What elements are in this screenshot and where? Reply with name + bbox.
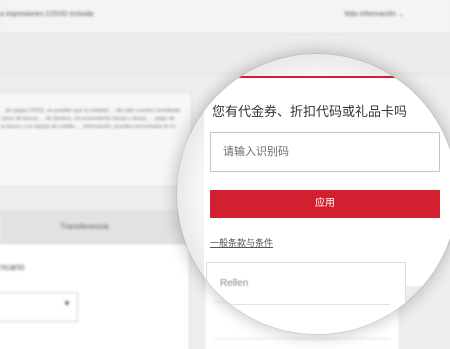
- magnifier-lens: 您有代金券、折扣代码或礼品卡吗 应用 一般条款与条件 Rellen ida: [177, 54, 450, 334]
- header-band: [0, 34, 450, 74]
- top-notice: a impresiones COVID incluida: [0, 11, 94, 18]
- summary-row-label: ida: [220, 320, 231, 329]
- voucher-code-input[interactable]: [211, 133, 439, 171]
- chevron-down-icon[interactable]: ⌄: [398, 10, 404, 18]
- payment-info-text: ...de pagos PSD2, es posible que tu enti…: [1, 108, 181, 130]
- summary-card: [206, 262, 406, 334]
- divider: [214, 338, 390, 339]
- voucher-code-field[interactable]: [210, 132, 440, 172]
- bank-field-label: ncario: [0, 262, 25, 272]
- payment-info-box: ...de pagos PSD2, es posible que tu enti…: [0, 92, 192, 187]
- chevron-down-icon[interactable]: ▼: [63, 299, 71, 308]
- summary-heading: Rellen: [220, 278, 249, 289]
- more-info-link[interactable]: Más información: [345, 11, 396, 18]
- terms-link[interactable]: 一般条款与条件: [210, 236, 273, 249]
- apply-button[interactable]: 应用: [210, 190, 440, 218]
- tab-transfer[interactable]: Transferencia: [60, 222, 109, 231]
- voucher-title: 您有代金券、折扣代码或礼品卡吗: [212, 104, 408, 119]
- divider: [220, 304, 390, 305]
